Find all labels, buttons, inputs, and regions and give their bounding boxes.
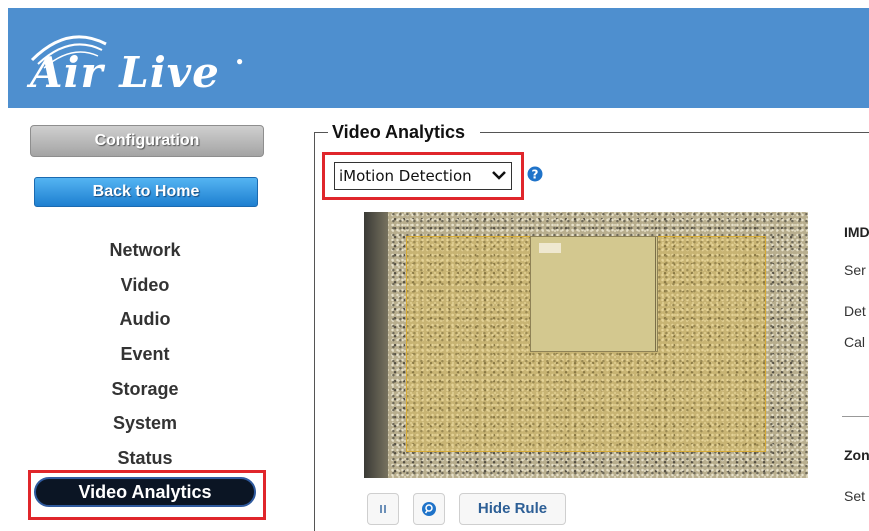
section-title: Video Analytics <box>330 122 468 143</box>
box-edge <box>655 237 656 351</box>
panel-text-zon: Zon <box>844 447 869 463</box>
sidebar-item-audio[interactable]: Audio <box>0 302 290 337</box>
sidebar-item-event[interactable]: Event <box>0 337 290 372</box>
pause-button[interactable] <box>367 493 399 525</box>
sidebar-item-network[interactable]: Network <box>0 233 290 268</box>
sidebar-item-storage[interactable]: Storage <box>0 372 290 407</box>
panel-text-cal: Cal <box>844 334 866 350</box>
panel-text-set: Set <box>844 488 866 504</box>
sidebar-item-video-analytics[interactable]: Video Analytics <box>34 477 256 507</box>
configuration-button[interactable]: Configuration <box>30 125 264 157</box>
panel-text-ser: Ser <box>844 262 866 278</box>
video-preview[interactable] <box>364 212 808 478</box>
sidebar-item-system[interactable]: System <box>0 406 290 441</box>
back-to-home-button[interactable]: Back to Home <box>34 177 258 207</box>
panel-text-imd: IMD <box>844 224 869 240</box>
sidebar: Configuration Back to Home Network Video… <box>0 108 300 531</box>
zoom-search-button[interactable] <box>413 493 445 525</box>
pause-icon <box>380 505 386 513</box>
sidebar-menu: Network Video Audio Event Storage System… <box>0 233 290 476</box>
fieldset-border-left <box>314 132 315 531</box>
panel-separator <box>842 416 869 417</box>
header-banner: Air Live ● <box>8 8 869 108</box>
chevron-down-icon <box>492 171 506 180</box>
svg-text:?: ? <box>532 168 539 182</box>
logo-registered-mark: ● <box>236 54 244 68</box>
fieldset-border-top-left <box>314 132 328 133</box>
fieldset-border-top-right <box>480 132 869 133</box>
video-object-box <box>530 236 658 352</box>
detection-mode-select[interactable]: iMotion Detection <box>334 162 512 190</box>
hide-rule-button[interactable]: Hide Rule <box>459 493 566 525</box>
sidebar-item-video[interactable]: Video <box>0 268 290 303</box>
search-icon <box>422 502 436 516</box>
question-circle-icon[interactable]: ? <box>527 166 543 182</box>
video-edge-shadow <box>364 212 388 478</box>
panel-text-det: Det <box>844 303 866 319</box>
box-label-sticker <box>539 243 561 253</box>
detection-mode-value: iMotion Detection <box>339 167 472 185</box>
airlive-logo: Air Live <box>30 48 220 97</box>
